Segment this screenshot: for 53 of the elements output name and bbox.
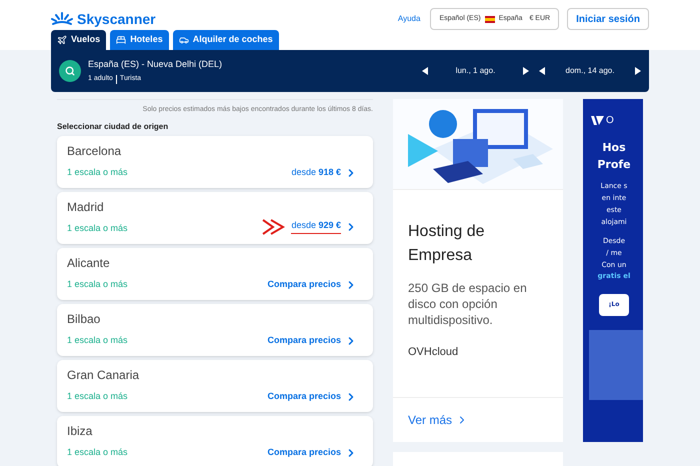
city-name: Gran Canaria	[67, 367, 140, 384]
stops-label: 1 escala o más	[67, 222, 128, 235]
route-label[interactable]: España (ES) - Nueva Delhi (DEL)	[88, 58, 222, 71]
previous-date-button[interactable]	[422, 67, 428, 75]
city-name: Madrid	[67, 199, 105, 216]
city-card[interactable]: Bilbao 1 escala o más Compara precios	[57, 304, 373, 356]
bed-icon	[116, 35, 126, 45]
price-link[interactable]: desde 918 €	[291, 166, 341, 180]
search-icon[interactable]	[59, 60, 81, 82]
ad-description: 250 GB de espacio en disco con opción multidispositivo.	[408, 280, 528, 328]
city-name: Ibiza	[67, 423, 94, 440]
brand-logo-text[interactable]: Skyscanner	[77, 8, 156, 30]
return-date[interactable]: dom., 14 ago.	[545, 65, 635, 77]
depart-date[interactable]: lun., 1 ago.	[428, 65, 523, 77]
price-link[interactable]: desde 929 €	[291, 218, 341, 234]
compare-prices-link[interactable]: Compara precios	[267, 278, 341, 292]
help-link[interactable]: Ayuda	[398, 13, 420, 25]
flag-icon	[484, 16, 495, 22]
side-ad-title: Hos	[602, 140, 626, 156]
stops-label: 1 escala o más	[67, 334, 128, 347]
stops-label: 1 escala o más	[67, 390, 129, 403]
city-name: Bilbao	[67, 311, 102, 328]
city-card[interactable]: Alicante 1 escala o más Compara precios	[57, 248, 373, 300]
list-title: Seleccionar ciudad de origen	[57, 120, 170, 132]
compare-prices-link[interactable]: Compara precios	[267, 390, 341, 404]
logo-icon	[591, 116, 604, 125]
side-ad-title: Profe	[597, 156, 631, 172]
photo-placeholder	[589, 330, 643, 400]
nav-tab[interactable]: Alquiler de coches	[172, 30, 279, 50]
login-button[interactable]: Iniciar sesión	[567, 8, 649, 30]
compare-prices-link[interactable]: Compara precios	[267, 334, 341, 348]
stops-label: 1 escala o más	[67, 278, 128, 291]
stops-label: 1 escala o más	[67, 166, 128, 179]
city-card[interactable]: Barcelona 1 escala o más desde 918 €	[57, 136, 373, 188]
ad-title: Hosting de Empresa	[408, 222, 486, 266]
plane-icon	[57, 35, 67, 45]
side-ad-logo-text: O	[606, 114, 614, 128]
next-date-button[interactable]	[523, 67, 529, 75]
nav-tab[interactable]: Vuelos	[51, 30, 106, 50]
compare-prices-link[interactable]: Compara precios	[267, 446, 341, 460]
city-name: Alicante	[67, 255, 111, 272]
car-icon	[178, 35, 189, 45]
sunrise-logo-icon	[51, 12, 73, 26]
stops-label: 1 escala o más	[67, 446, 128, 459]
ad-brand: OVHcloud	[408, 345, 460, 360]
city-name: Barcelona	[67, 143, 122, 160]
previous-date-button[interactable]	[539, 67, 545, 75]
nav-tab[interactable]: Hoteles	[110, 30, 169, 50]
see-more-link[interactable]: Ver más	[408, 411, 468, 429]
city-card[interactable]: Ibiza 1 escala o más Compara precios	[57, 416, 373, 466]
city-card[interactable]: Madrid 1 escala o más desde 929 €	[57, 192, 373, 244]
city-card[interactable]: Gran Canaria 1 escala o más Compara precios	[57, 360, 373, 412]
next-date-button[interactable]	[635, 67, 641, 75]
